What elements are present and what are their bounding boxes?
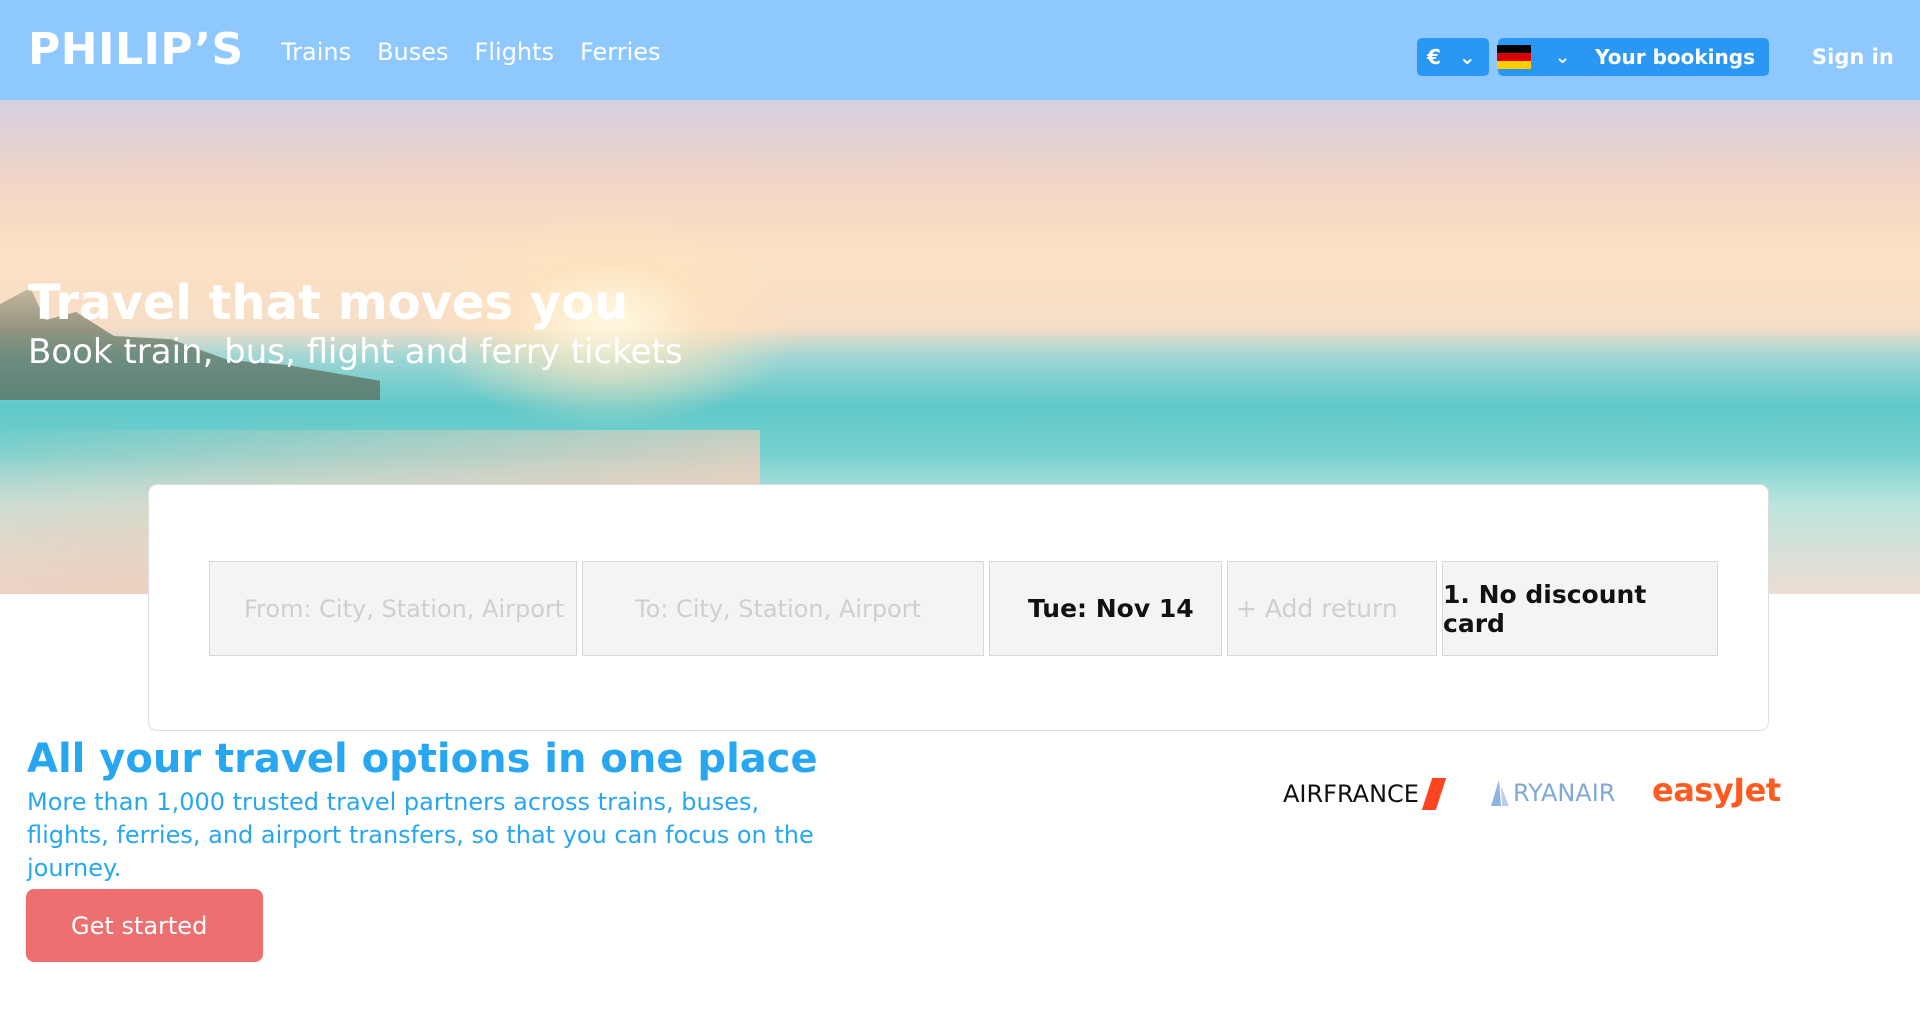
nav-buses[interactable]: Buses — [377, 38, 448, 66]
airfrance-slash-icon — [1421, 778, 1447, 810]
nav-flights[interactable]: Flights — [475, 38, 555, 66]
hero-title: Travel that moves you — [28, 275, 629, 331]
chevron-down-icon: ⌄ — [1555, 46, 1571, 68]
hero-subtitle: Book train, bus, flight and ferry ticket… — [28, 332, 683, 372]
to-field[interactable] — [582, 561, 984, 656]
airfrance-logo: AIRFRANCE — [1283, 778, 1447, 810]
search-form: Tue: Nov 14 + Add return 1. No discount … — [148, 484, 1769, 731]
date-picker[interactable]: Tue: Nov 14 — [989, 561, 1222, 656]
nav-trains[interactable]: Trains — [281, 38, 351, 66]
section-description: More than 1,000 trusted travel partners … — [27, 788, 814, 882]
easyjet-logo: easyJet — [1652, 771, 1781, 809]
sign-in-link[interactable]: Sign in — [1812, 45, 1894, 69]
add-return-button[interactable]: + Add return — [1227, 561, 1437, 656]
nav-ferries[interactable]: Ferries — [580, 38, 661, 66]
date-value: Tue: Nov 14 — [1028, 594, 1194, 623]
ryanair-wordmark: RYANAIR — [1513, 779, 1616, 807]
from-field[interactable] — [209, 561, 577, 656]
your-bookings-button[interactable]: Your bookings — [1590, 38, 1769, 76]
top-header: PHILIP’S Trains Buses Flights Ferries € … — [0, 0, 1920, 100]
ryanair-logo: RYANAIR — [1487, 778, 1615, 808]
site-logo[interactable]: PHILIP’S — [28, 24, 244, 75]
section-title: All your travel options in one place — [27, 736, 818, 782]
main-nav: Trains Buses Flights Ferries — [281, 38, 661, 66]
discount-card-value: 1. No discount card — [1443, 579, 1647, 638]
get-started-button[interactable]: Get started — [26, 889, 263, 962]
germany-flag-icon — [1497, 45, 1531, 69]
airfrance-wordmark: AIRFRANCE — [1283, 780, 1419, 808]
ryanair-harp-icon — [1491, 780, 1509, 806]
discount-card-selector[interactable]: 1. No discount card — [1442, 561, 1718, 656]
currency-selector[interactable]: € ⌄ — [1417, 38, 1489, 76]
chevron-down-icon: ⌄ — [1458, 45, 1476, 69]
from-input[interactable] — [244, 562, 576, 655]
to-input[interactable] — [635, 562, 983, 655]
add-return-label: + Add return — [1236, 594, 1398, 623]
currency-label: € — [1427, 45, 1441, 69]
language-selector[interactable]: ⌄ — [1497, 38, 1594, 76]
